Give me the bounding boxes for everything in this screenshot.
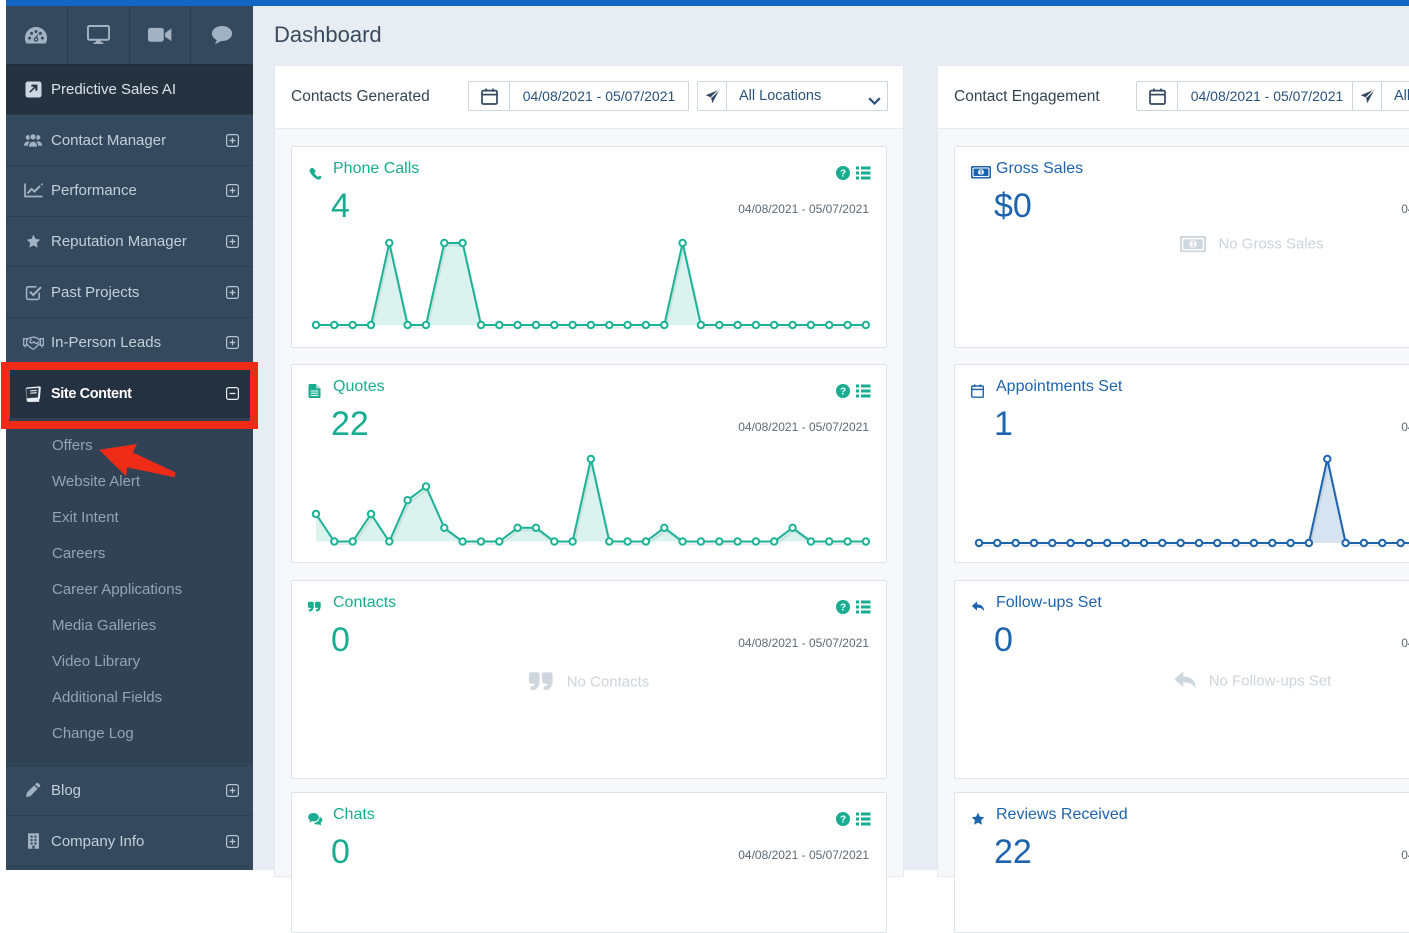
svg-text:?: ? <box>840 169 846 180</box>
svg-text:?: ? <box>840 387 846 398</box>
svg-text:1: 1 <box>979 169 983 176</box>
svg-text:1: 1 <box>1191 240 1196 249</box>
svg-text:?: ? <box>840 815 846 826</box>
svg-text:?: ? <box>840 603 846 614</box>
